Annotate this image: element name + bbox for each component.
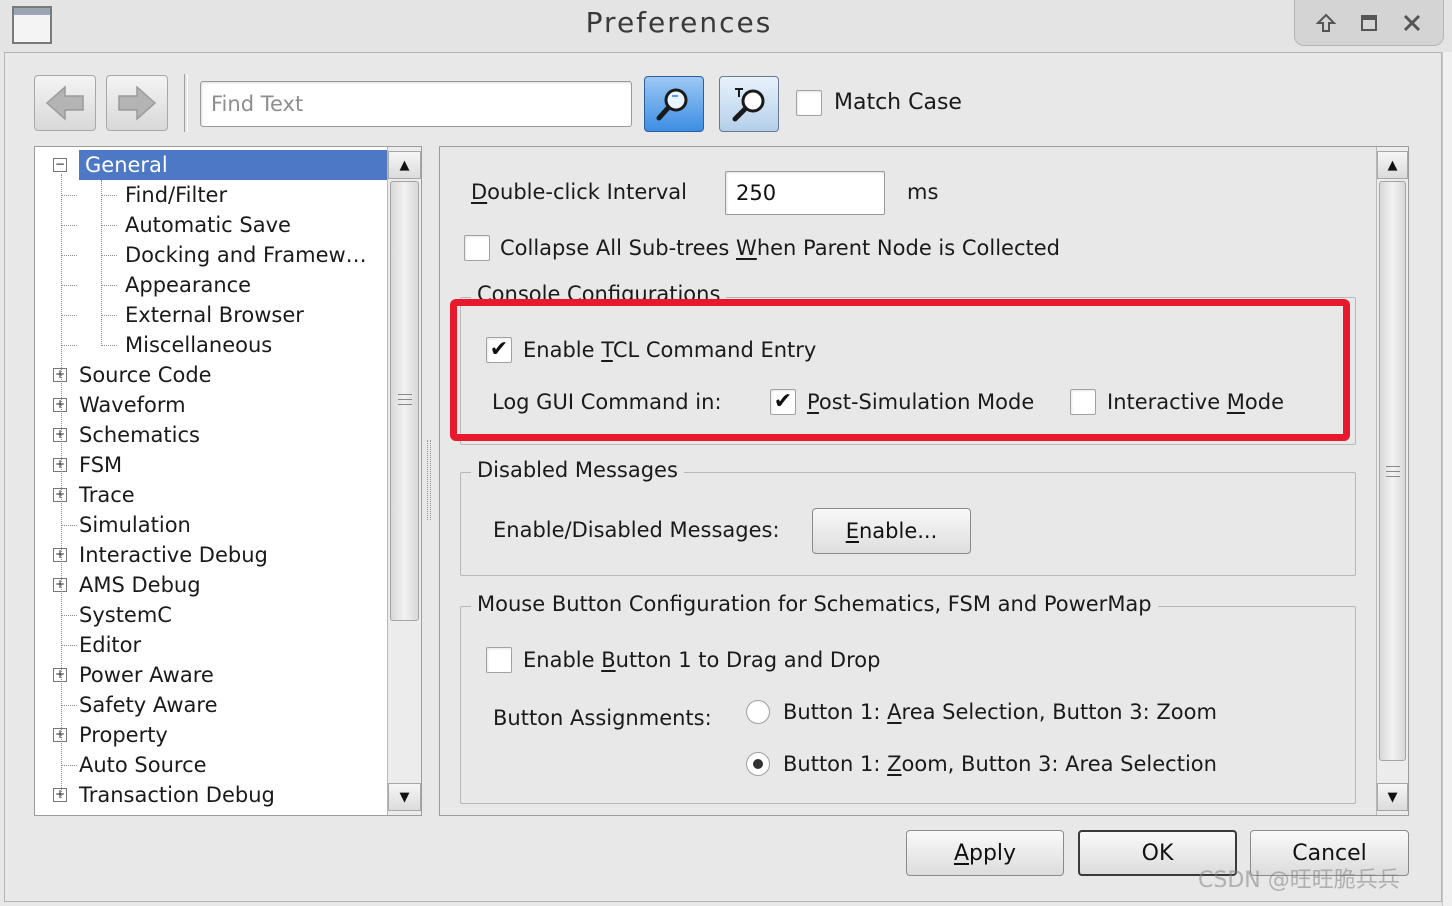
tree-item[interactable]: General [79,150,389,180]
double-click-label: Double-click Interval [471,180,688,204]
double-click-unit: ms [907,180,939,204]
disabled-messages-title: Disabled Messages [471,458,684,482]
expand-icon[interactable]: + [53,728,67,742]
scroll-up-icon[interactable]: ▲ [1377,151,1408,179]
tree-item[interactable]: Auto Source [79,750,207,780]
expand-icon[interactable]: + [53,788,67,802]
close-icon[interactable] [1397,8,1427,38]
tree-item[interactable]: Docking and Framew… [125,240,367,270]
tcl-command-checkbox[interactable] [486,337,512,363]
zoom-area-selection-label: Button 1: Zoom, Button 3: Area Selection [783,752,1217,776]
window-title: Preferences [585,6,773,39]
apply-button[interactable]: Apply [906,830,1064,876]
tree-scrollbar[interactable]: ▲ ▼ [387,147,421,815]
post-simulation-label: Post-Simulation Mode [807,390,1035,414]
match-case-checkbox[interactable] [796,90,822,116]
expand-icon[interactable]: + [53,458,67,472]
tree-item[interactable]: Power Aware [79,660,214,690]
watermark: CSDN @旺旺脆兵兵 [1198,868,1400,893]
find-search-icon [656,88,688,121]
scroll-down-icon[interactable]: ▼ [388,783,421,811]
mouse-config-title: Mouse Button Configuration for Schematic… [471,592,1158,616]
double-click-input[interactable] [725,171,885,215]
drag-drop-label: Enable Button 1 to Drag and Drop [523,648,881,672]
tree-scroll-thumb[interactable] [390,181,419,621]
tree-item[interactable]: FSM [79,450,122,480]
forward-arrow-icon [118,85,157,121]
console-config-group [460,297,1356,445]
button-assignments-label: Button Assignments: [493,706,712,730]
enable-disabled-messages-label: Enable/Disabled Messages: [493,518,780,542]
collapse-icon[interactable]: − [53,158,67,172]
tree-item[interactable]: Safety Aware [79,690,218,720]
restore-icon[interactable] [1354,8,1384,38]
settings-scroll-thumb[interactable] [1379,181,1406,761]
expand-icon[interactable]: + [53,548,67,562]
collapse-subtrees-checkbox[interactable] [464,235,490,261]
find-highlight-button[interactable] [719,76,779,132]
tree-item[interactable]: Schematics [79,420,200,450]
tree-item[interactable]: Editor [79,630,141,660]
post-simulation-checkbox[interactable] [770,389,796,415]
toolbar-separator [184,74,188,132]
tcl-command-label: Enable TCL Command Entry [523,338,817,362]
expand-icon[interactable]: + [53,428,67,442]
category-tree: − General Find/Filter Automatic Save Docking… [34,146,422,816]
expand-icon[interactable]: + [53,488,67,502]
interactive-mode-checkbox[interactable] [1070,389,1096,415]
back-arrow-icon [45,85,84,121]
background-window-edge [1442,52,1452,906]
console-config-title: Console Configurations [471,282,727,306]
enable-messages-button[interactable]: Enable... [812,508,971,554]
expand-icon[interactable]: + [53,398,67,412]
tree-item[interactable]: External Browser [125,300,304,330]
tree-item[interactable]: Interactive Debug [79,540,268,570]
interactive-mode-label: Interactive Mode [1107,390,1285,414]
settings-panel: Double-click Interval ms Collapse All Su… [439,146,1409,816]
window-controls [1294,0,1444,46]
tree-item[interactable]: Property [79,720,168,750]
find-text-input[interactable] [200,81,632,127]
splitter-handle[interactable] [427,440,431,520]
find-highlight-icon [732,88,765,122]
tree-item[interactable]: Transaction Debug [79,780,275,810]
tree-item[interactable]: Waveform [79,390,186,420]
area-selection-zoom-label: Button 1: Area Selection, Button 3: Zoom [783,700,1217,724]
find-search-button[interactable] [644,76,704,132]
expand-icon[interactable]: + [53,368,67,382]
log-gui-command-label: Log GUI Command in: [492,390,722,414]
tree-item[interactable]: AMS Debug [79,570,201,600]
expand-icon[interactable]: + [53,668,67,682]
tree-item[interactable]: Find/Filter [125,180,227,210]
tree-item[interactable]: Source Code [79,360,212,390]
area-selection-zoom-radio[interactable] [746,700,770,724]
tree-item[interactable]: Miscellaneous [125,330,272,360]
scroll-down-icon[interactable]: ▼ [1377,783,1408,811]
maximize-up-icon[interactable] [1311,8,1341,38]
tree-item[interactable]: Automatic Save [125,210,291,240]
forward-button[interactable] [106,75,168,131]
tree-item[interactable]: SystemC [79,600,172,630]
settings-scrollbar[interactable]: ▲ ▼ [1376,147,1408,815]
back-button[interactable] [34,75,96,131]
tree-item[interactable]: Appearance [125,270,251,300]
scroll-up-icon[interactable]: ▲ [388,151,421,179]
expand-icon[interactable]: + [53,578,67,592]
drag-drop-checkbox[interactable] [486,647,512,673]
match-case-label: Match Case [834,90,962,115]
zoom-area-selection-radio[interactable] [746,752,770,776]
tree-item[interactable]: Trace [79,480,135,510]
tree-item[interactable]: Simulation [79,510,191,540]
collapse-subtrees-label: Collapse All Sub-trees When Parent Node … [500,236,1060,260]
